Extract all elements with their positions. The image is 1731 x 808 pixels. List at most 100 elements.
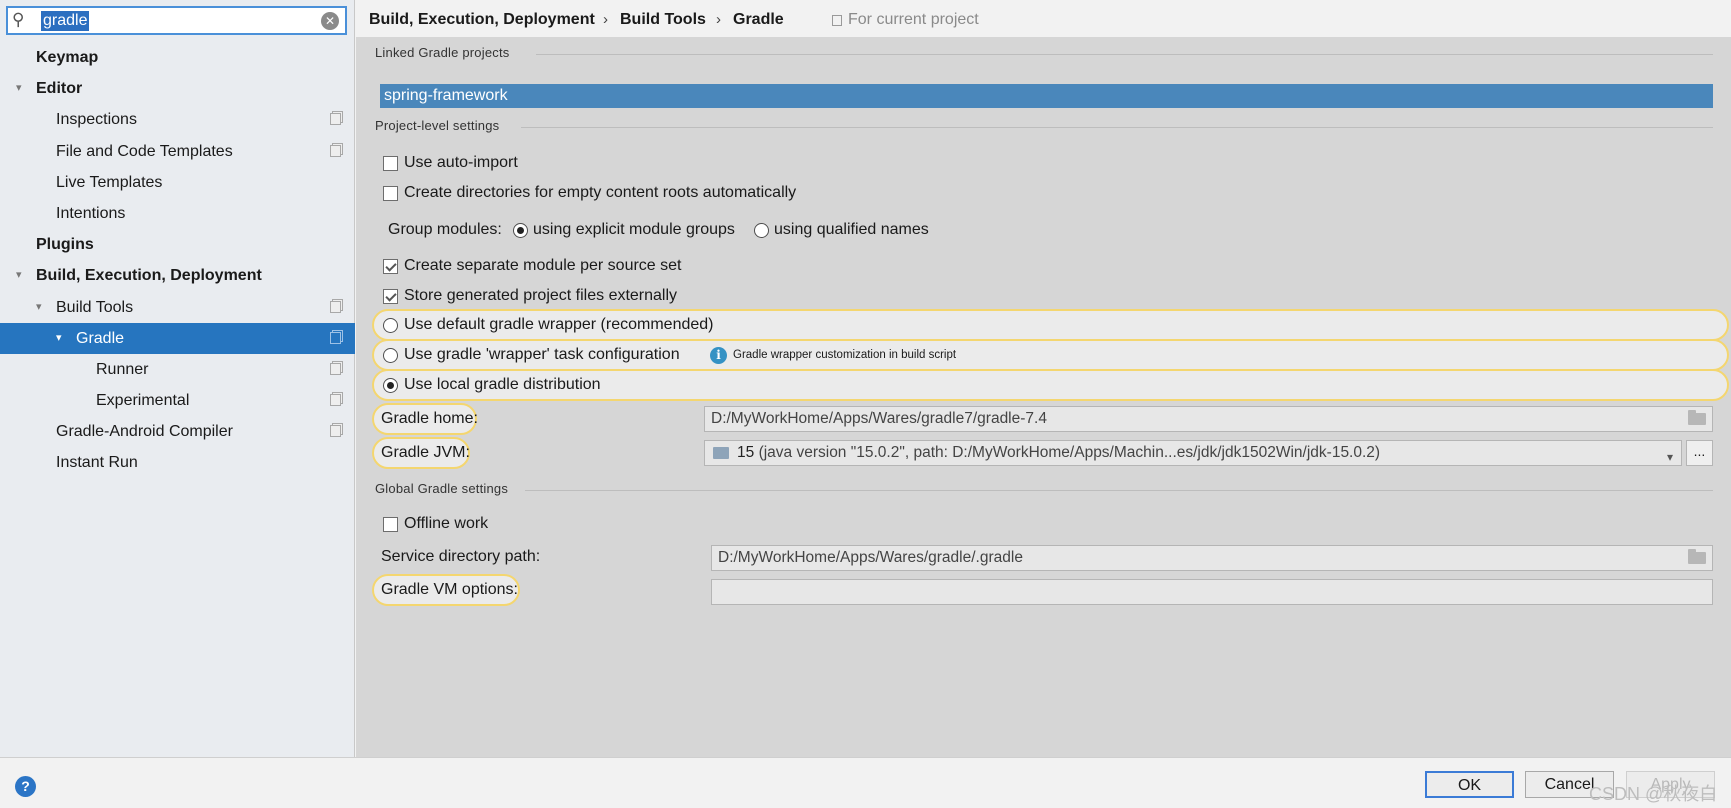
sidebar-item-intentions[interactable]: Intentions <box>0 198 355 229</box>
sidebar-item-experimental[interactable]: Experimental <box>0 385 355 416</box>
folder-icon[interactable] <box>1688 410 1706 425</box>
auto-import-label[interactable]: Use auto-import <box>404 154 518 172</box>
service-directory-value: D:/MyWorkHome/Apps/Wares/gradle/.gradle <box>718 549 1023 566</box>
project-scope-icon <box>330 425 341 438</box>
search-input[interactable]: ⚲ gradle ✕ <box>6 6 347 35</box>
linked-project-item[interactable]: spring-framework <box>380 84 1713 108</box>
global-settings-title: Global Gradle settings <box>375 481 509 496</box>
local-distribution-label[interactable]: Use local gradle distribution <box>404 376 601 394</box>
sidebar-item-instant-run[interactable]: Instant Run <box>0 447 355 478</box>
sidebar-item-label: Keymap <box>36 49 99 66</box>
watermark: CSDN @秋夜白 <box>1589 784 1718 804</box>
group-modules-label: Group modules: <box>388 221 502 238</box>
ok-button[interactable]: OK <box>1425 771 1514 798</box>
crumb-gradle: Gradle <box>733 11 784 28</box>
sidebar-item-runner[interactable]: Runner <box>0 354 355 385</box>
separate-module-checkbox[interactable] <box>383 259 398 274</box>
scope-label: For current project <box>848 11 979 28</box>
sidebar-item-label: Runner <box>96 360 149 378</box>
info-icon: i <box>710 347 727 364</box>
default-wrapper-label[interactable]: Use default gradle wrapper (recommended) <box>404 316 713 334</box>
clear-icon[interactable]: ✕ <box>321 12 339 30</box>
project-scope-icon <box>330 394 341 407</box>
create-dirs-checkbox[interactable] <box>383 186 398 201</box>
project-settings-title: Project-level settings <box>375 118 500 133</box>
sidebar-item-build-execution-deployment[interactable]: ▾ Build, Execution, Deployment <box>0 260 355 291</box>
separator <box>525 490 1713 491</box>
vm-options-label: Gradle VM options: <box>381 581 518 598</box>
chevron-down-icon[interactable]: ▾ <box>1667 445 1673 465</box>
gradle-home-label: Gradle home: <box>381 410 478 427</box>
sidebar-item-inspections[interactable]: Inspections <box>0 104 355 135</box>
jvm-detail: (java version "15.0.2", path: D:/MyWorkH… <box>758 444 1381 461</box>
jvm-version: 15 <box>737 444 755 461</box>
sidebar-item-label: Intentions <box>56 204 126 222</box>
store-external-label[interactable]: Store generated project files externally <box>404 287 677 305</box>
sidebar-item-label: Live Templates <box>56 173 163 191</box>
search-icon[interactable]: ⚲ <box>12 10 24 30</box>
sidebar-item-label: Instant Run <box>56 454 138 472</box>
service-directory-label: Service directory path: <box>381 548 541 565</box>
folder-icon[interactable] <box>1688 549 1706 564</box>
offline-work-checkbox[interactable] <box>383 517 398 532</box>
gradle-settings-panel: Linked Gradle projects spring-framework … <box>356 37 1731 757</box>
explicit-groups-radio[interactable] <box>513 223 528 238</box>
sidebar-item-label: Editor <box>36 80 83 98</box>
explicit-groups-label[interactable]: using explicit module groups <box>533 221 735 239</box>
separator <box>536 54 1713 55</box>
qualified-names-label[interactable]: using qualified names <box>774 221 929 239</box>
sidebar-item-label: Experimental <box>96 392 190 410</box>
project-scope-icon <box>330 331 341 344</box>
gradle-jvm-select[interactable]: 15 (java version "15.0.2", path: D:/MyWo… <box>704 440 1682 466</box>
gradle-jvm-label: Gradle JVM: <box>381 444 470 461</box>
default-wrapper-radio[interactable] <box>383 318 398 333</box>
chevron-down-icon[interactable]: ▾ <box>16 73 22 104</box>
sidebar-item-live-templates[interactable]: Live Templates <box>0 167 355 198</box>
separator <box>521 127 1713 128</box>
sidebar-item-build-tools[interactable]: ▾ Build Tools <box>0 292 355 323</box>
create-dirs-label[interactable]: Create directories for empty content roo… <box>404 184 796 202</box>
settings-sidebar: ⚲ gradle ✕ Keymap ▾ Editor Inspections File … <box>0 0 355 757</box>
help-icon[interactable]: ? <box>15 776 36 797</box>
project-scope-icon <box>330 113 341 126</box>
wrapper-task-radio[interactable] <box>383 348 398 363</box>
breadcrumb: Build, Execution, Deployment › Build Too… <box>356 0 1731 37</box>
sidebar-item-label: Build Tools <box>56 298 134 316</box>
sidebar-item-label: Build, Execution, Deployment <box>36 267 262 285</box>
sidebar-item-label: Gradle <box>76 329 125 347</box>
sidebar-item-gradle[interactable]: ▾ Gradle <box>0 322 355 354</box>
store-external-checkbox[interactable] <box>383 289 398 304</box>
crumb-separator: › <box>716 11 721 28</box>
gradle-home-field[interactable]: D:/MyWorkHome/Apps/Wares/gradle7/gradle-… <box>704 406 1713 432</box>
separate-module-label[interactable]: Create separate module per source set <box>404 257 681 275</box>
crumb-separator: › <box>603 11 608 28</box>
settings-tree: Keymap ▾ Editor Inspections File and Code Te… <box>0 42 355 479</box>
sidebar-item-label: Plugins <box>36 236 94 254</box>
offline-work-label[interactable]: Offline work <box>404 515 488 533</box>
crumb-build-tools[interactable]: Build Tools <box>620 11 706 29</box>
browse-jvm-button[interactable]: ... <box>1686 440 1713 466</box>
gradle-home-value: D:/MyWorkHome/Apps/Wares/gradle7/gradle-… <box>711 410 1047 427</box>
chevron-down-icon[interactable]: ▾ <box>36 292 42 323</box>
chevron-down-icon[interactable]: ▾ <box>16 260 22 291</box>
search-query[interactable]: gradle <box>41 11 90 31</box>
service-directory-field[interactable]: D:/MyWorkHome/Apps/Wares/gradle/.gradle <box>711 545 1713 571</box>
sidebar-item-gradle-android-compiler[interactable]: Gradle-Android Compiler <box>0 416 355 447</box>
sidebar-item-editor[interactable]: ▾ Editor <box>0 73 355 104</box>
project-scope-icon <box>832 15 842 26</box>
wrapper-task-label[interactable]: Use gradle 'wrapper' task configuration <box>404 346 680 364</box>
qualified-names-radio[interactable] <box>754 223 769 238</box>
wrapper-hint: Gradle wrapper customization in build sc… <box>733 349 957 361</box>
dialog-footer: ? OK Cancel Apply CSDN @秋夜白 <box>0 757 1731 808</box>
linked-projects-title: Linked Gradle projects <box>375 45 510 60</box>
local-distribution-radio[interactable] <box>383 378 398 393</box>
sidebar-item-file-and-code-templates[interactable]: File and Code Templates <box>0 136 355 167</box>
project-scope-icon <box>330 300 341 313</box>
sidebar-item-plugins[interactable]: Plugins <box>0 229 355 260</box>
sidebar-item-label: File and Code Templates <box>56 142 233 160</box>
sidebar-item-keymap[interactable]: Keymap <box>0 42 355 73</box>
vm-options-field[interactable] <box>711 579 1713 605</box>
auto-import-checkbox[interactable] <box>383 156 398 171</box>
crumb-build-execution[interactable]: Build, Execution, Deployment <box>369 11 595 29</box>
chevron-down-icon[interactable]: ▾ <box>56 323 62 354</box>
